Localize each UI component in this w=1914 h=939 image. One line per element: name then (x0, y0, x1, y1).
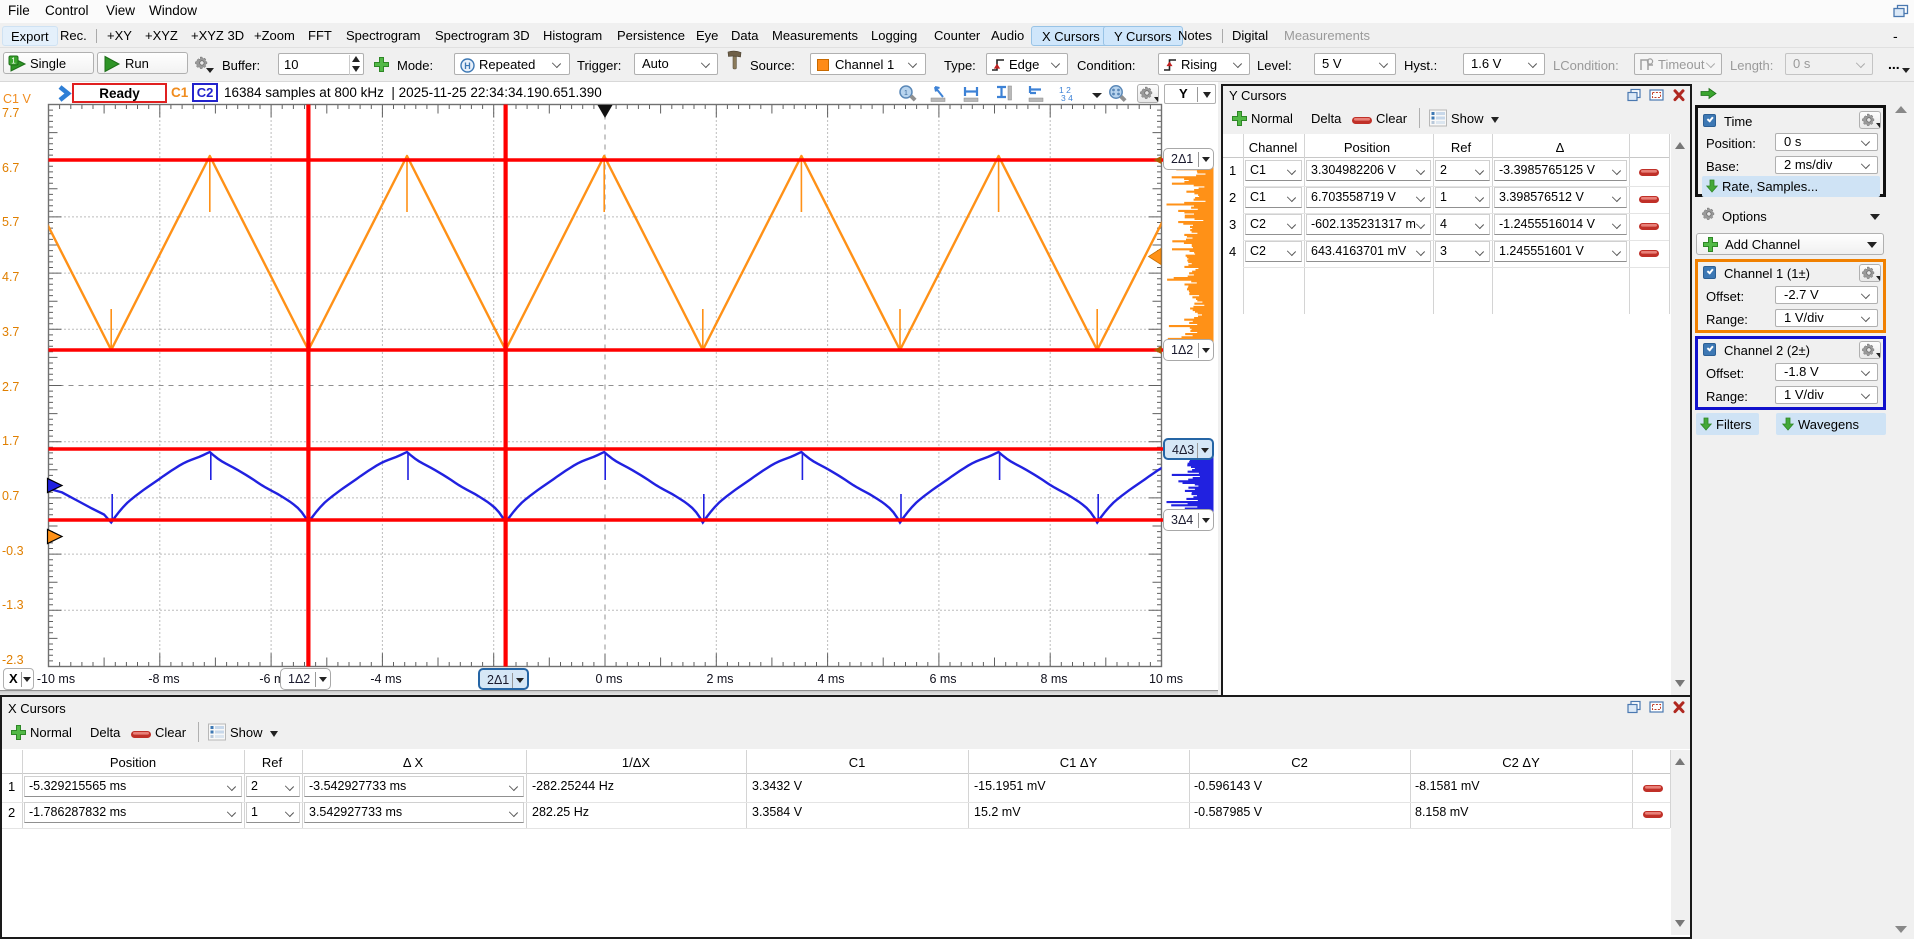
svg-text:1: 1 (11, 56, 16, 66)
svg-text:H: H (464, 61, 471, 71)
